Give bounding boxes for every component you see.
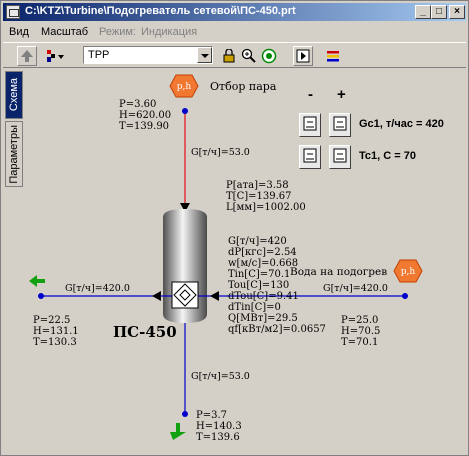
layers-button[interactable] — [323, 46, 343, 66]
tc1-increase-button[interactable] — [329, 145, 351, 169]
target-icon — [261, 48, 277, 64]
water-inlet-arrow — [210, 291, 219, 301]
heat-exchanger-symbol[interactable] — [171, 281, 199, 309]
menu-scale[interactable]: Масштаб — [41, 26, 88, 38]
condensate-node[interactable] — [182, 411, 188, 417]
heater-params: P[ата]=3.58 T[C]=139.67 L[мм]=1002.00 — [226, 180, 306, 213]
toolbar — [3, 42, 466, 68]
parameter-select-value: ТРР — [88, 49, 110, 61]
gc1-decrease-button[interactable] — [299, 113, 321, 137]
water-inlet-node[interactable] — [402, 293, 408, 299]
left-green-arrow-icon — [29, 275, 45, 287]
run-button[interactable] — [293, 46, 313, 66]
condensate-flow-label: G[т/ч]=53.0 — [191, 371, 250, 382]
menu-view[interactable]: Вид — [9, 26, 29, 38]
up-arrow-button[interactable] — [17, 46, 37, 66]
menu-bar: Вид Масштаб Режим: Индикация — [3, 23, 466, 41]
water-params: G[т/ч]=420 dP[кгс]=2.54 w[м/с]=0.668 Tin… — [228, 236, 326, 335]
water-outlet-arrow — [152, 291, 161, 301]
svg-text:p,h: p,h — [401, 267, 416, 277]
steam-inlet-node[interactable] — [182, 108, 188, 114]
tools-dropdown-button[interactable] — [45, 46, 65, 66]
tc1-increase-icon — [333, 148, 347, 163]
maximize-button[interactable]: □ — [431, 5, 447, 19]
gc1-value: Gc1, т/час = 420 — [359, 118, 444, 130]
water-outlet-params: P=22.5 H=131.1 T=130.3 — [33, 315, 79, 348]
water-outlet-flow-label: G[т/ч]=420.0 — [65, 283, 130, 294]
parameter-select[interactable]: ТРР — [83, 46, 213, 64]
water-ph-badge[interactable]: p,h — [393, 259, 423, 283]
title-bar[interactable]: C:\KTZ\Turbine\Подогреватель сетевой\ПС-… — [3, 3, 466, 21]
steam-ph-badge[interactable]: p,h — [169, 74, 199, 98]
zoom-icon — [241, 48, 256, 63]
lock-button[interactable] — [219, 46, 239, 66]
tc1-value: Tc1, C = 70 — [359, 150, 416, 162]
mode-label: Режим: — [99, 26, 136, 38]
target-button[interactable] — [259, 46, 279, 66]
water-inlet-flow-label: G[т/ч]=420.0 — [323, 283, 388, 294]
minimize-button[interactable]: _ — [415, 5, 431, 19]
tab-parameters[interactable]: Параметры — [5, 121, 23, 187]
close-button[interactable]: × — [449, 5, 465, 19]
app-window: C:\KTZ\Turbine\Подогреватель сетевой\ПС-… — [0, 0, 469, 456]
mode-value: Индикация — [141, 26, 198, 38]
condensate-params: P=3.7 H=140.3 T=139.6 — [196, 410, 242, 443]
steam-inlet-params: P=3.60 H=620.00 T=139.90 — [119, 99, 172, 132]
tab-scheme[interactable]: Схема — [5, 71, 23, 119]
app-icon — [6, 5, 20, 19]
tools-icon — [47, 50, 64, 62]
gc1-increase-icon — [333, 116, 347, 131]
water-inlet-params: P=25.0 H=70.5 T=70.1 — [341, 315, 381, 348]
svg-text:p,h: p,h — [177, 82, 192, 92]
zoom-button[interactable] — [239, 46, 259, 66]
tc1-decrease-icon — [303, 148, 317, 163]
water-inlet-label: Вода на подогрев — [290, 266, 388, 278]
steam-extraction-label: Отбор пара — [210, 80, 277, 93]
gc1-decrease-icon — [303, 116, 317, 131]
chevron-down-icon[interactable] — [197, 47, 212, 63]
gc1-increase-button[interactable] — [329, 113, 351, 137]
window-title: C:\KTZ\Turbine\Подогреватель сетевой\ПС-… — [25, 5, 296, 17]
up-arrow-icon — [21, 50, 33, 62]
tc1-decrease-button[interactable] — [299, 145, 321, 169]
water-outlet-node[interactable] — [38, 293, 44, 299]
steam-flow-label: G[т/ч]=53.0 — [191, 147, 250, 158]
down-green-arrow-icon — [170, 423, 186, 440]
scheme-canvas: p,h p,h Отбор пара P=3.60 H=620.00 T=139… — [25, 69, 464, 451]
lock-icon — [223, 49, 235, 63]
increase-label: + — [337, 86, 346, 103]
decrease-label: - — [308, 86, 313, 103]
play-icon — [296, 49, 310, 63]
layers-icon — [327, 51, 339, 62]
heater-title: ПС-450 — [113, 323, 177, 341]
